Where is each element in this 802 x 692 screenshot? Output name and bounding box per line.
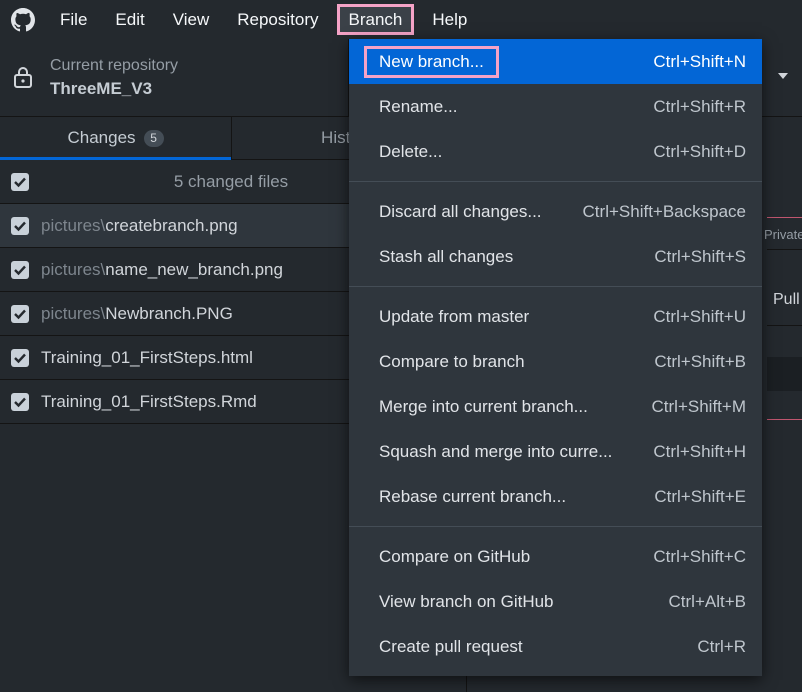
menu-item-delete[interactable]: Delete... Ctrl+Shift+D [349,129,762,174]
divider [767,325,802,326]
file-path: pictures\Newbranch.PNG [41,304,233,324]
menu-item-merge-into-current[interactable]: Merge into current branch... Ctrl+Shift+… [349,384,762,429]
menu-item-new-branch[interactable]: New branch... Ctrl+Shift+N [349,39,762,84]
file-dir: pictures\ [41,260,106,279]
menu-item-label: Compare on GitHub [379,546,531,566]
menu-branch[interactable]: Branch [336,4,415,35]
menu-item-shortcut: Ctrl+Shift+B [654,351,746,371]
file-checkbox[interactable] [11,349,29,367]
menu-file[interactable]: File [50,4,97,35]
file-checkbox[interactable] [11,217,29,235]
divider [767,249,802,250]
menu-item-shortcut: Ctrl+R [697,636,746,656]
file-name: name_new_branch.png [105,260,283,279]
menu-item-compare-on-github[interactable]: Compare on GitHub Ctrl+Shift+C [349,534,762,579]
menu-item-label: Squash and merge into curre... [379,441,613,461]
menu-item-shortcut: Ctrl+Shift+R [653,96,746,116]
menu-view[interactable]: View [163,4,220,35]
file-path: Training_01_FirstSteps.html [41,348,253,368]
branch-menu: New branch... Ctrl+Shift+N Rename... Ctr… [349,39,762,676]
file-name: Training_01_FirstSteps.Rmd [41,392,257,411]
menu-item-rename[interactable]: Rename... Ctrl+Shift+R [349,84,762,129]
dark-block [767,357,802,391]
menu-repository[interactable]: Repository [227,4,328,35]
divider [767,217,802,218]
file-path: Training_01_FirstSteps.Rmd [41,392,257,412]
file-checkbox[interactable] [11,305,29,323]
file-checkbox[interactable] [11,261,29,279]
menu-item-create-pull-request[interactable]: Create pull request Ctrl+R [349,624,762,669]
menu-item-label: Create pull request [379,636,523,656]
private-label: Private [764,227,802,242]
menu-item-compare-to-branch[interactable]: Compare to branch Ctrl+Shift+B [349,339,762,384]
menu-item-shortcut: Ctrl+Shift+N [653,51,746,71]
lock-icon [12,65,34,94]
file-path: pictures\name_new_branch.png [41,260,283,280]
menu-item-label: Stash all changes [379,246,514,266]
menu-item-update-from-master[interactable]: Update from master Ctrl+Shift+U [349,294,762,339]
menu-item-shortcut: Ctrl+Shift+D [653,141,746,161]
menu-item-shortcut: Ctrl+Shift+Backspace [582,201,746,221]
file-name: Training_01_FirstSteps.html [41,348,253,367]
tab-changes-label: Changes [67,128,136,147]
repo-name: ThreeME_V3 [50,79,153,98]
menu-separator [349,526,762,527]
menu-item-shortcut: Ctrl+Shift+E [654,486,746,506]
file-dir: pictures\ [41,304,106,323]
menu-item-label: New branch... [364,45,499,78]
menu-item-squash-and-merge[interactable]: Squash and merge into curre... Ctrl+Shif… [349,429,762,474]
file-checkbox[interactable] [11,393,29,411]
menu-help[interactable]: Help [422,4,477,35]
menu-item-label: View branch on GitHub [379,591,554,611]
menu-item-label: Merge into current branch... [379,396,588,416]
menu-item-shortcut: Ctrl+Alt+B [668,591,746,611]
repo-caption: Current repository [50,57,179,74]
menu-item-label: Discard all changes... [379,201,542,221]
menu-item-label: Compare to branch [379,351,525,371]
file-name: Newbranch.PNG [105,304,233,323]
file-path: pictures\createbranch.png [41,216,238,236]
menu-item-stash-all[interactable]: Stash all changes Ctrl+Shift+S [349,234,762,279]
tab-changes[interactable]: Changes 5 [0,117,231,160]
menu-item-rebase[interactable]: Rebase current branch... Ctrl+Shift+E [349,474,762,519]
menu-item-shortcut: Ctrl+Shift+H [653,441,746,461]
menu-item-label: Update from master [379,306,530,326]
menu-item-view-branch-on-github[interactable]: View branch on GitHub Ctrl+Alt+B [349,579,762,624]
menu-item-shortcut: Ctrl+Shift+M [651,396,746,416]
menu-edit[interactable]: Edit [105,4,154,35]
divider [767,419,802,420]
menu-item-label: Delete... [379,141,443,161]
menu-separator [349,181,762,182]
file-name: createbranch.png [105,216,238,235]
github-logo-icon [0,0,46,39]
current-repository-button[interactable]: Current repository ThreeME_V3 [0,39,349,116]
menu-item-shortcut: Ctrl+Shift+C [653,546,746,566]
menu-item-label: Rename... [379,96,458,116]
menu-item-shortcut: Ctrl+Shift+U [653,306,746,326]
menu-item-label: Rebase current branch... [379,486,567,506]
pull-label[interactable]: Pull [773,291,800,309]
menu-item-discard-all[interactable]: Discard all changes... Ctrl+Shift+Backsp… [349,189,762,234]
chevron-down-icon[interactable] [776,67,790,87]
menu-separator [349,286,762,287]
file-dir: pictures\ [41,216,106,235]
menu-item-shortcut: Ctrl+Shift+S [654,246,746,266]
changes-count-badge: 5 [143,129,164,147]
menubar: File Edit View Repository Branch Help [0,0,802,39]
